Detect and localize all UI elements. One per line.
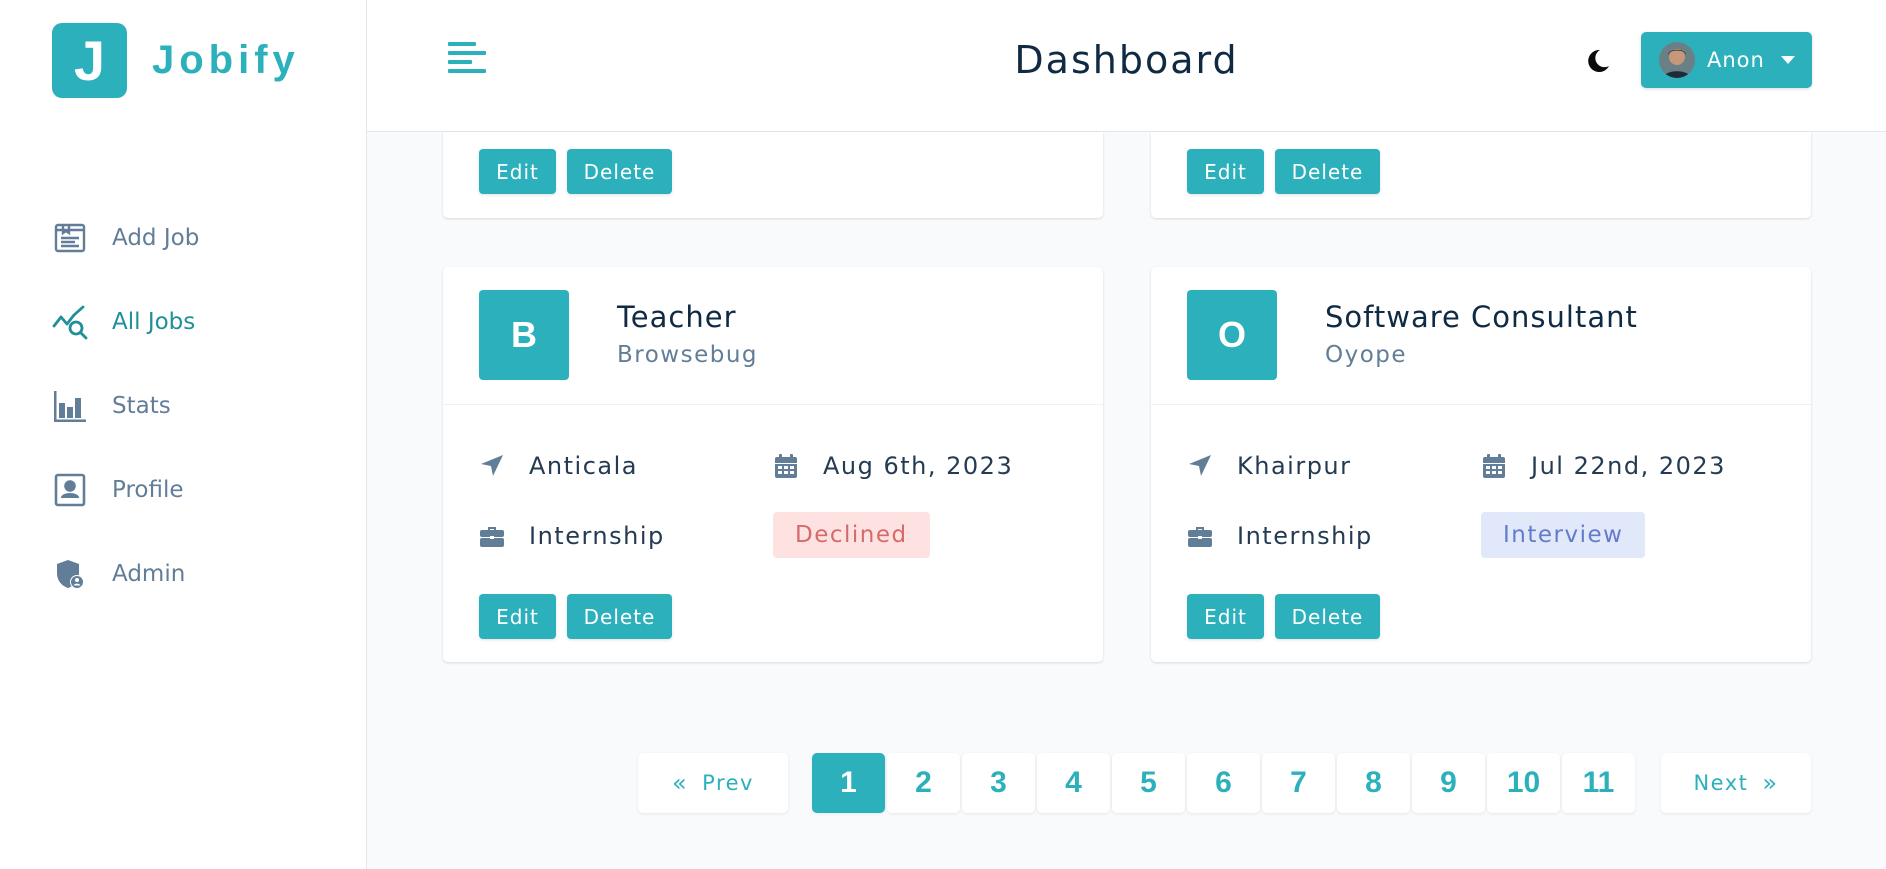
moon-icon: [1588, 49, 1609, 72]
edit-button[interactable]: Edit: [1187, 149, 1264, 194]
job-card-header: B Teacher Browsebug: [443, 267, 1103, 405]
page-button[interactable]: 10: [1487, 753, 1560, 813]
user-name: Anon: [1707, 48, 1765, 72]
company-initial: O: [1187, 290, 1277, 380]
job-date: Jul 22nd, 2023: [1481, 452, 1726, 480]
location-arrow-icon: [1187, 453, 1213, 479]
page-button[interactable]: 5: [1112, 753, 1185, 813]
job-location-text: Khairpur: [1237, 452, 1352, 480]
delete-button[interactable]: Delete: [567, 594, 672, 639]
briefcase-icon: [1187, 523, 1213, 549]
job-position: Teacher: [617, 300, 737, 334]
sidebar-item-add-job[interactable]: Add Job: [52, 196, 199, 280]
admin-icon: [52, 556, 88, 592]
sidebar-toggle-button[interactable]: [447, 40, 487, 80]
job-location: Anticala: [479, 452, 638, 480]
sidebar-nav: Add Job All Jobs Stats Profile Admin: [52, 196, 199, 616]
sidebar-item-label: All Jobs: [112, 309, 196, 335]
page-button[interactable]: 11: [1562, 753, 1635, 813]
page-button[interactable]: 4: [1037, 753, 1110, 813]
sidebar-item-label: Add Job: [112, 225, 200, 251]
job-location: Khairpur: [1187, 452, 1352, 480]
add-job-icon: [52, 220, 88, 256]
job-location-text: Anticala: [529, 452, 638, 480]
job-position: Software Consultant: [1325, 300, 1638, 334]
sidebar-item-label: Profile: [112, 477, 184, 503]
job-date-text: Aug 6th, 2023: [823, 452, 1014, 480]
sidebar: J Jobify Add Job All Jobs Stats Profile …: [0, 0, 367, 869]
edit-button[interactable]: Edit: [479, 149, 556, 194]
job-company: Oyope: [1325, 342, 1408, 368]
double-chevron-left-icon: «: [671, 769, 689, 797]
job-card-partial: Edit Delete: [1151, 132, 1811, 218]
sidebar-item-profile[interactable]: Profile: [52, 448, 199, 532]
next-label: Next: [1693, 771, 1749, 795]
status-badge: Declined: [773, 512, 930, 558]
delete-button[interactable]: Delete: [1275, 594, 1380, 639]
edit-button[interactable]: Edit: [1187, 594, 1264, 639]
brand-name: Jobify: [152, 38, 300, 82]
profile-icon: [52, 472, 88, 508]
page-button[interactable]: 1: [812, 753, 885, 813]
sidebar-item-label: Stats: [112, 393, 171, 419]
job-card-header: O Software Consultant Oyope: [1151, 267, 1811, 405]
job-card: B Teacher Browsebug Anticala Aug 6th, 20…: [443, 267, 1103, 662]
menu-icon: [448, 42, 486, 73]
avatar: [1659, 42, 1695, 78]
theme-toggle-button[interactable]: [1585, 46, 1613, 74]
top-navbar: Dashboard Anon: [367, 0, 1886, 132]
logo-badge: J: [52, 23, 127, 98]
job-type-text: Internship: [529, 522, 665, 550]
logo[interactable]: J Jobify: [52, 23, 300, 98]
job-card-partial: Edit Delete: [443, 132, 1103, 218]
job-type: Internship: [479, 522, 665, 550]
briefcase-icon: [479, 523, 505, 549]
page-button[interactable]: 8: [1337, 753, 1410, 813]
double-chevron-right-icon: »: [1762, 769, 1779, 797]
delete-button[interactable]: Delete: [1275, 149, 1380, 194]
page-button[interactable]: 9: [1412, 753, 1485, 813]
job-company: Browsebug: [617, 342, 759, 368]
sidebar-item-label: Admin: [112, 561, 186, 587]
sidebar-item-stats[interactable]: Stats: [52, 364, 199, 448]
sidebar-item-admin[interactable]: Admin: [52, 532, 199, 616]
page-button[interactable]: 7: [1262, 753, 1335, 813]
status-badge: Interview: [1481, 512, 1646, 558]
job-card: O Software Consultant Oyope Khairpur Jul…: [1151, 267, 1811, 662]
job-type: Internship: [1187, 522, 1373, 550]
delete-button[interactable]: Delete: [567, 149, 672, 194]
caret-down-icon: [1780, 56, 1795, 64]
calendar-icon: [1481, 453, 1507, 479]
prev-label: Prev: [702, 771, 754, 795]
job-date: Aug 6th, 2023: [773, 452, 1013, 480]
page-button[interactable]: 2: [887, 753, 960, 813]
edit-button[interactable]: Edit: [479, 594, 556, 639]
sidebar-item-all-jobs[interactable]: All Jobs: [52, 280, 199, 364]
job-type-text: Internship: [1237, 522, 1373, 550]
stats-icon: [52, 388, 88, 424]
all-jobs-icon: [52, 304, 88, 340]
user-menu-button[interactable]: Anon: [1641, 32, 1812, 88]
page-button[interactable]: 3: [962, 753, 1035, 813]
page-button[interactable]: 6: [1187, 753, 1260, 813]
prev-page-button[interactable]: « Prev: [638, 753, 788, 813]
calendar-icon: [773, 453, 799, 479]
next-page-button[interactable]: Next »: [1661, 753, 1811, 813]
job-date-text: Jul 22nd, 2023: [1531, 452, 1726, 480]
location-arrow-icon: [479, 453, 505, 479]
company-initial: B: [479, 290, 569, 380]
